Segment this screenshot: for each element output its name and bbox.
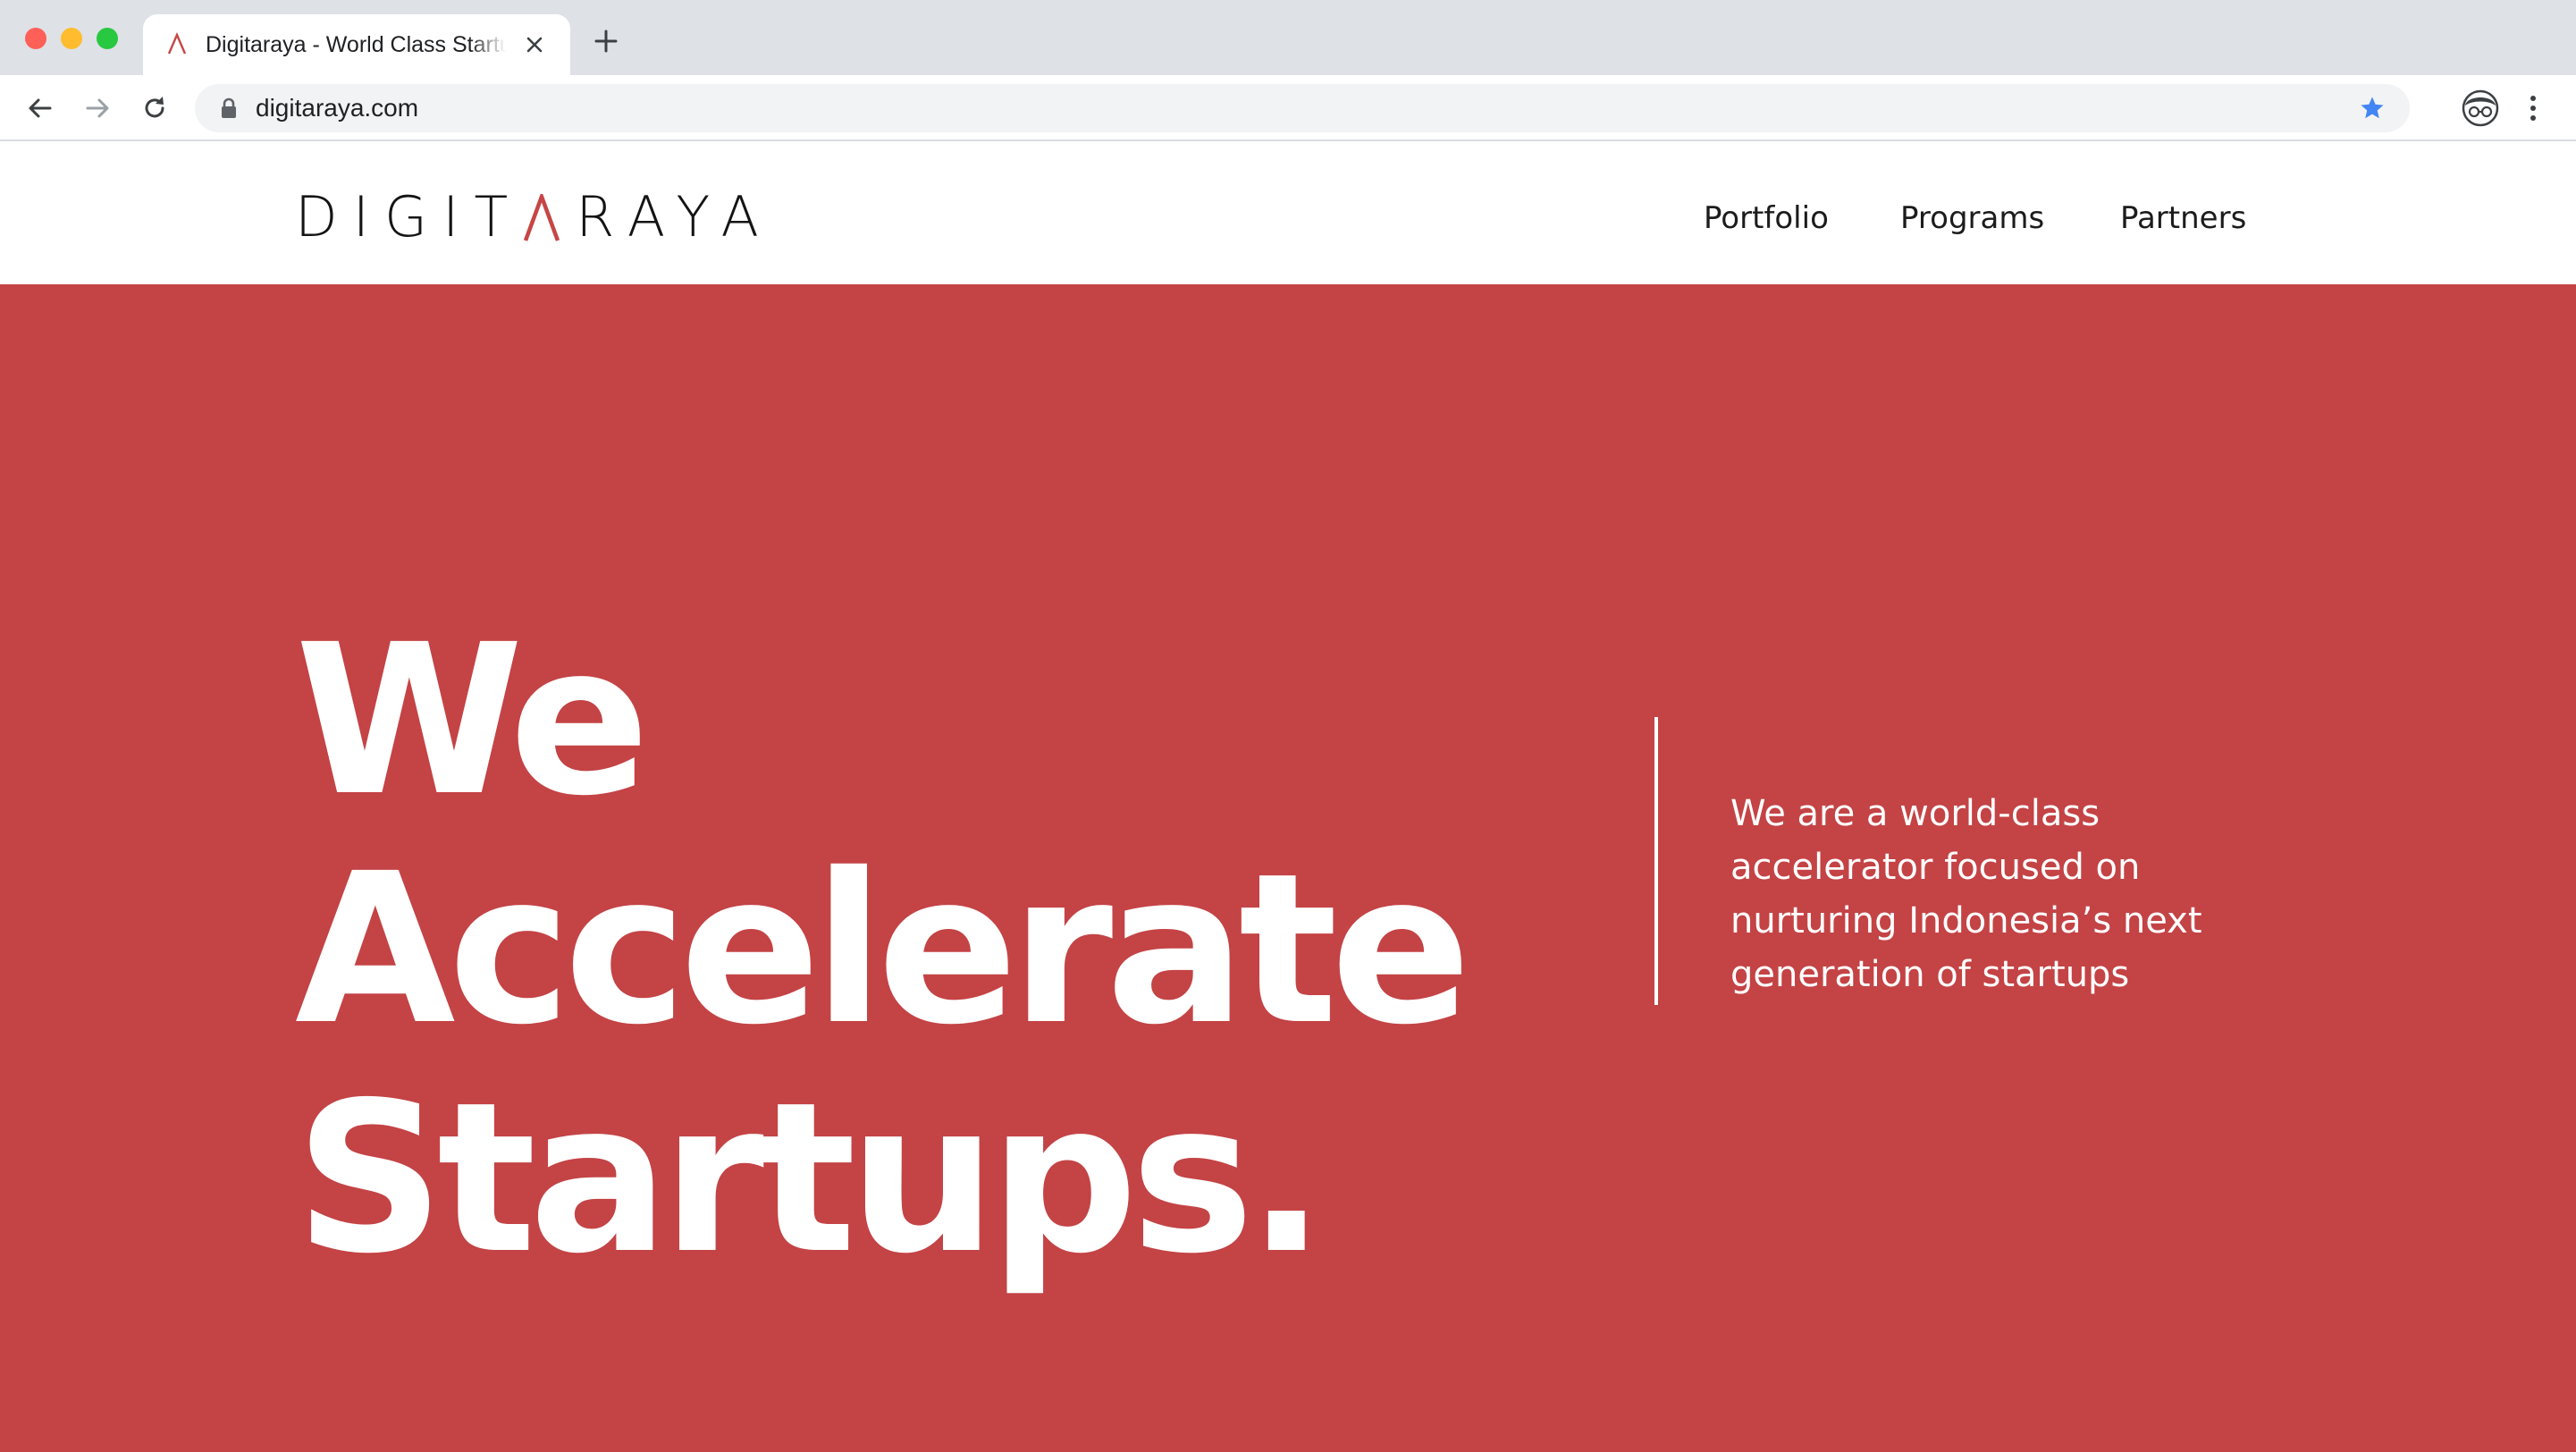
headline-line: Accelerate [295, 829, 1471, 1070]
back-arrow-icon[interactable] [25, 93, 55, 123]
minimize-window-button[interactable] [61, 28, 82, 49]
browser-toolbar: digitaraya.com [0, 75, 2576, 141]
nav-portfolio-link[interactable]: Portfolio [1704, 193, 1829, 243]
hero-tagline: We are a world-class accelerator focused… [1730, 787, 2285, 1001]
site-header: DIGIT RAYA Portfolio Programs Partners [0, 141, 2576, 284]
digitaraya-logo[interactable]: DIGIT RAYA [295, 186, 774, 249]
bookmark-star-icon[interactable] [2358, 95, 2387, 122]
forward-arrow-icon[interactable] [82, 93, 113, 123]
tagline-line: generation of startups [1730, 954, 2130, 995]
logo-text-start: DIGIT [295, 184, 524, 249]
url-text[interactable]: digitaraya.com [256, 84, 418, 132]
nav-programs-link[interactable]: Programs [1900, 193, 2044, 243]
headline-line: We [295, 600, 650, 841]
hero-divider [1654, 717, 1658, 1005]
tagline-line: accelerator focused on [1730, 847, 2141, 888]
profile-avatar-icon[interactable] [2462, 89, 2499, 127]
reload-icon[interactable] [139, 93, 170, 123]
zoom-window-button[interactable] [97, 28, 118, 49]
tagline-line: We are a world-class [1730, 793, 2100, 834]
browser-tab-active[interactable]: Digitaraya - World Class Startup Acceler… [143, 14, 570, 75]
headline-line: Startups. [295, 1058, 1326, 1299]
close-window-button[interactable] [25, 28, 46, 49]
logo-triangle-icon [524, 194, 560, 241]
more-menu-icon[interactable] [2524, 91, 2542, 125]
plus-icon[interactable] [593, 29, 619, 54]
tab-title: Digitaraya - World Class Startup Acceler… [206, 32, 506, 57]
nav-partners-link[interactable]: Partners [2120, 193, 2246, 243]
digitaraya-favicon-icon [167, 32, 187, 55]
close-tab-icon[interactable] [524, 34, 545, 55]
hero-headline: We Accelerate Startups. [295, 600, 1471, 1299]
logo-text-end: RAYA [576, 184, 774, 249]
browser-tab-strip: Digitaraya - World Class Startup Acceler… [0, 0, 2576, 75]
lock-icon[interactable] [220, 97, 238, 119]
tagline-line: nurturing Indonesia’s next [1730, 900, 2202, 941]
address-bar[interactable]: digitaraya.com [195, 84, 2410, 132]
